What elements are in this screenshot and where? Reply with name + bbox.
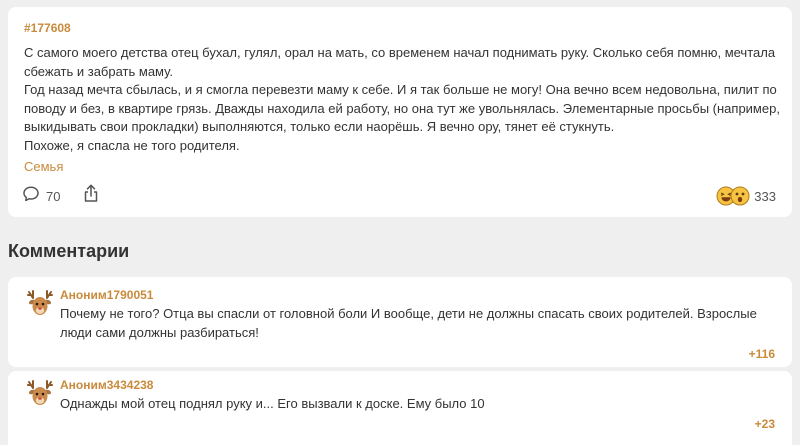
- post-paragraph: С самого моего детства отец бухал, гулял…: [24, 45, 776, 79]
- share-button[interactable]: [81, 184, 101, 206]
- reactions-button[interactable]: 333: [716, 185, 776, 207]
- post-paragraph: Год назад мечта сбылась, и я смогла пере…: [24, 82, 780, 134]
- comment-card: Аноним3434238 Однажды мой отец поднял ру…: [8, 371, 792, 445]
- comment-author[interactable]: Аноним3434238: [60, 378, 153, 392]
- comment-bubble-icon: [22, 185, 40, 208]
- comment-text: Почему не того? Отца вы спасли от головн…: [60, 306, 757, 340]
- reaction-count: 333: [754, 188, 776, 204]
- comment-score[interactable]: +23: [755, 417, 775, 431]
- astonished-emoji-icon: [730, 186, 750, 206]
- comment-text: Однажды мой отец поднял руку и... Его вы…: [60, 396, 485, 411]
- deer-avatar-icon[interactable]: [24, 287, 56, 319]
- deer-avatar-icon[interactable]: [24, 377, 56, 409]
- post-paragraph: Похоже, я спасла не того родителя.: [24, 137, 240, 153]
- post-card: #177608 С самого моего детства отец буха…: [8, 7, 792, 217]
- share-icon: [83, 183, 99, 208]
- comment-count: 70: [46, 188, 61, 204]
- comments-heading: Комментарии: [8, 241, 130, 261]
- comments-button[interactable]: 70: [22, 185, 60, 207]
- post-body: С самого моего детства отец бухал, гулял…: [24, 44, 784, 155]
- comment-score[interactable]: +116: [749, 347, 775, 361]
- post-id[interactable]: #177608: [24, 21, 71, 35]
- comment-card: Аноним1790051 Почему не того? Отца вы сп…: [8, 277, 792, 367]
- post-tag-link[interactable]: Семья: [24, 159, 63, 174]
- comment-author[interactable]: Аноним1790051: [60, 288, 153, 302]
